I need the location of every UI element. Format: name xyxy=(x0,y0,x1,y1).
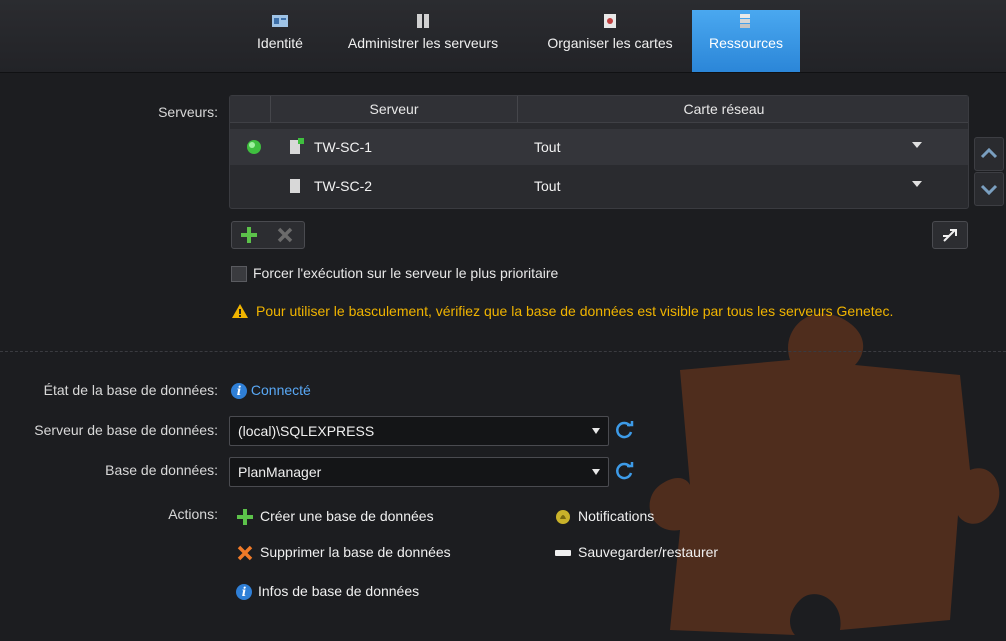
id-card-icon xyxy=(272,15,288,27)
db-state-label: État de la base de données: xyxy=(43,382,218,398)
add-icon xyxy=(237,509,253,526)
action-label: Sauvegarder/restaurer xyxy=(578,544,719,560)
warning-icon xyxy=(232,304,248,318)
servers-icon xyxy=(417,14,429,28)
dropdown-arrow-icon[interactable] xyxy=(912,142,922,148)
map-icon xyxy=(604,14,616,28)
failover-warning: Pour utiliser le basculement, vérifiez q… xyxy=(256,303,894,319)
server-icon xyxy=(290,138,304,154)
column-header-carte-reseau[interactable]: Carte réseau xyxy=(517,96,930,122)
database-value: PlanManager xyxy=(238,464,322,480)
action-label: Supprimer la base de données xyxy=(260,544,451,560)
server-icon xyxy=(290,179,300,193)
action-label: Créer une base de données xyxy=(260,508,434,524)
db-server-select[interactable]: (local)\SQLEXPRESS xyxy=(229,416,609,446)
server-name: TW-SC-1 xyxy=(314,139,373,155)
column-header-serveur[interactable]: Serveur xyxy=(270,96,517,122)
resources-icon xyxy=(740,14,750,28)
backup-icon xyxy=(555,550,571,557)
tab-label: Administrer les serveurs xyxy=(347,35,499,51)
create-database-action[interactable]: Créer une base de données xyxy=(236,508,434,526)
info-icon: i xyxy=(236,584,252,601)
server-name: TW-SC-2 xyxy=(314,178,373,194)
refresh-icon[interactable] xyxy=(613,419,635,441)
chevron-down-icon xyxy=(980,184,998,196)
tab-administrer-serveurs[interactable]: Administrer les serveurs xyxy=(330,10,516,72)
delete-icon[interactable] xyxy=(276,226,294,244)
tab-bar: Identité Administrer les serveurs Organi… xyxy=(0,0,1006,73)
info-icon: i xyxy=(231,383,247,400)
servers-table: Serveur Carte réseau TW-SC-1 Tout TW-SC-… xyxy=(229,95,969,209)
tab-label: Identité xyxy=(257,35,303,51)
db-server-label: Serveur de base de données: xyxy=(34,422,218,438)
chevron-up-icon xyxy=(980,147,998,159)
network-card-value[interactable]: Tout xyxy=(534,178,560,194)
db-state-text: Connecté xyxy=(250,382,311,398)
refresh-icon[interactable] xyxy=(613,460,635,482)
tab-label: Organiser les cartes xyxy=(547,35,673,51)
servers-label: Serveurs: xyxy=(158,104,218,120)
add-icon[interactable] xyxy=(240,226,258,244)
notification-bell-icon xyxy=(556,510,570,525)
database-info-action[interactable]: i Infos de base de données xyxy=(236,583,420,601)
action-label: Notifications xyxy=(578,508,655,524)
online-status-icon xyxy=(247,140,261,154)
table-row[interactable]: TW-SC-2 Tout xyxy=(230,168,968,204)
force-priority-checkbox[interactable] xyxy=(231,266,247,282)
network-icon xyxy=(943,229,957,242)
delete-database-action[interactable]: Supprimer la base de données xyxy=(236,544,451,562)
tab-identite[interactable]: Identité xyxy=(240,10,320,72)
table-header: Serveur Carte réseau xyxy=(230,96,968,123)
actions-label: Actions: xyxy=(168,506,218,522)
network-settings-button[interactable] xyxy=(932,221,968,249)
delete-icon xyxy=(237,546,253,561)
database-label: Base de données: xyxy=(105,462,218,478)
move-down-button[interactable] xyxy=(974,172,1004,206)
backup-restore-action[interactable]: Sauvegarder/restaurer xyxy=(554,544,718,562)
database-select[interactable]: PlanManager xyxy=(229,457,609,487)
move-up-button[interactable] xyxy=(974,137,1004,171)
tab-organiser-cartes[interactable]: Organiser les cartes xyxy=(530,10,690,72)
network-card-value[interactable]: Tout xyxy=(534,139,560,155)
notifications-action[interactable]: Notifications xyxy=(554,508,654,526)
add-remove-toolbar xyxy=(231,221,305,249)
force-priority-label: Forcer l'exécution sur le serveur le plu… xyxy=(253,265,559,281)
dropdown-arrow-icon[interactable] xyxy=(912,181,922,187)
table-row[interactable]: TW-SC-1 Tout xyxy=(230,129,968,165)
section-divider xyxy=(0,351,1006,352)
chevron-down-icon xyxy=(592,428,600,434)
db-state-value: i Connecté xyxy=(231,382,311,400)
db-server-value: (local)\SQLEXPRESS xyxy=(238,423,375,439)
tab-label: Ressources xyxy=(709,35,783,51)
action-label: Infos de base de données xyxy=(258,583,420,599)
tab-ressources[interactable]: Ressources xyxy=(692,10,800,72)
chevron-down-icon xyxy=(592,469,600,475)
